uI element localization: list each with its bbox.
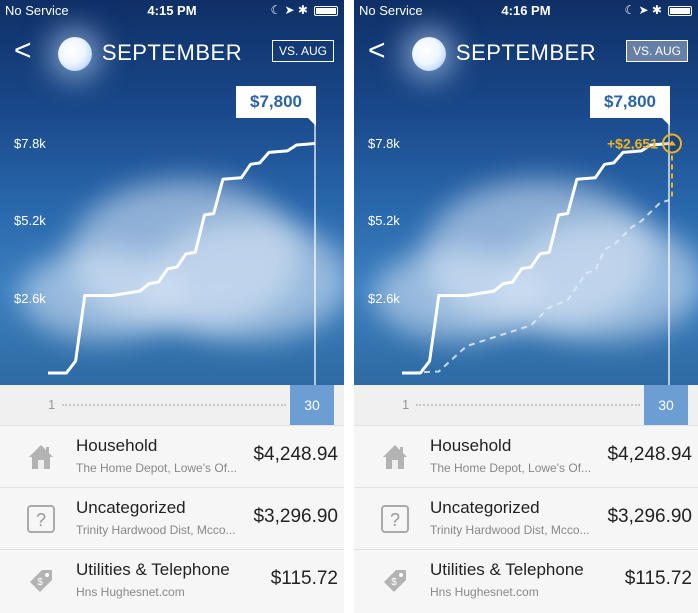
status-bar: No Service 4:15 PM ☾ ➤ ✱ bbox=[0, 0, 344, 20]
list-item[interactable]: ? Uncategorized Trinity Hardwood Dist, M… bbox=[354, 487, 698, 549]
day-timeline[interactable]: 1 30 bbox=[0, 385, 344, 425]
category-amount: $3,296.90 bbox=[607, 506, 692, 527]
list-item[interactable]: Household The Home Depot, Lowe's Of... $… bbox=[0, 425, 344, 487]
timeline-start-label: 1 bbox=[402, 397, 410, 412]
category-amount: $115.72 bbox=[624, 568, 692, 589]
timeline-track bbox=[416, 404, 640, 406]
timeline-end-handle[interactable]: 30 bbox=[290, 385, 334, 425]
category-name: Household bbox=[76, 436, 158, 455]
house-icon bbox=[383, 445, 407, 469]
y-tick-label: $2.6k bbox=[368, 291, 400, 306]
previous-month-line bbox=[401, 199, 670, 374]
day-timeline[interactable]: 1 30 bbox=[354, 385, 698, 425]
battery-icon bbox=[668, 6, 692, 16]
total-tag: $7,800 bbox=[590, 86, 670, 126]
category-name: Uncategorized bbox=[76, 498, 186, 517]
status-icons: ☾ ➤ ✱ bbox=[270, 3, 308, 17]
category-amount: $115.72 bbox=[270, 568, 338, 589]
screen-left: No Service 4:15 PM ☾ ➤ ✱ < SEPTEMBER VS.… bbox=[0, 0, 344, 613]
category-merchants: Trinity Hardwood Dist, Mcco... bbox=[430, 523, 590, 537]
status-icons: ☾ ➤ ✱ bbox=[624, 3, 662, 17]
y-tick-label: $7.8k bbox=[368, 136, 400, 151]
y-tick-label: $5.2k bbox=[14, 213, 46, 228]
category-list: Household The Home Depot, Lowe's Of... $… bbox=[354, 425, 698, 611]
price-tag-icon: $ bbox=[30, 570, 52, 592]
house-icon bbox=[29, 445, 53, 469]
category-name: Household bbox=[430, 436, 512, 455]
timeline-track bbox=[62, 404, 286, 406]
price-tag-icon: $ bbox=[384, 570, 406, 592]
svg-text:?: ? bbox=[390, 510, 400, 530]
question-icon: ? bbox=[381, 505, 409, 533]
category-name: Utilities & Telephone bbox=[430, 560, 584, 579]
y-tick-label: $2.6k bbox=[14, 291, 46, 306]
compare-button[interactable]: VS. AUG bbox=[625, 40, 688, 62]
category-amount: $4,248.94 bbox=[607, 444, 692, 465]
status-bar: No Service 4:16 PM ☾ ➤ ✱ bbox=[354, 0, 698, 20]
svg-text:$: $ bbox=[391, 577, 397, 588]
category-amount: $4,248.94 bbox=[253, 444, 338, 465]
svg-text:$: $ bbox=[37, 577, 43, 588]
list-item[interactable]: Household The Home Depot, Lowe's Of... $… bbox=[354, 425, 698, 487]
y-tick-label: $7.8k bbox=[14, 136, 46, 151]
question-icon: ? bbox=[27, 505, 55, 533]
battery-icon bbox=[314, 6, 338, 16]
total-tag: $7,800 bbox=[236, 86, 316, 126]
category-merchants: The Home Depot, Lowe's Of... bbox=[76, 461, 238, 475]
timeline-end-handle[interactable]: 30 bbox=[644, 385, 688, 425]
difference-label: +$2,651 bbox=[607, 135, 658, 151]
category-name: Utilities & Telephone bbox=[76, 560, 230, 579]
current-month-line bbox=[402, 142, 670, 375]
category-list: Household The Home Depot, Lowe's Of... $… bbox=[0, 425, 344, 611]
svg-text:?: ? bbox=[36, 510, 46, 530]
compare-button[interactable]: VS. AUG bbox=[271, 40, 334, 62]
y-tick-label: $5.2k bbox=[368, 213, 400, 228]
list-item[interactable]: $ Utilities & Telephone Hns Hughesnet.co… bbox=[354, 549, 698, 611]
category-amount: $3,296.90 bbox=[253, 506, 338, 527]
nav-bar: < SEPTEMBER VS. AUG bbox=[0, 30, 344, 74]
timeline-start-label: 1 bbox=[48, 397, 56, 412]
current-month-line bbox=[48, 142, 316, 375]
list-item[interactable]: ? Uncategorized Trinity Hardwood Dist, M… bbox=[0, 487, 344, 549]
nav-bar: < SEPTEMBER VS. AUG bbox=[354, 30, 698, 74]
category-merchants: The Home Depot, Lowe's Of... bbox=[430, 461, 592, 475]
category-merchants: Hns Hughesnet.com bbox=[430, 585, 539, 599]
category-merchants: Trinity Hardwood Dist, Mcco... bbox=[76, 523, 236, 537]
screen-right: +$2,651 No Service 4:16 PM ☾ ➤ ✱ < SEPTE… bbox=[354, 0, 698, 613]
list-item[interactable]: $ Utilities & Telephone Hns Hughesnet.co… bbox=[0, 549, 344, 611]
category-merchants: Hns Hughesnet.com bbox=[76, 585, 185, 599]
category-name: Uncategorized bbox=[430, 498, 540, 517]
